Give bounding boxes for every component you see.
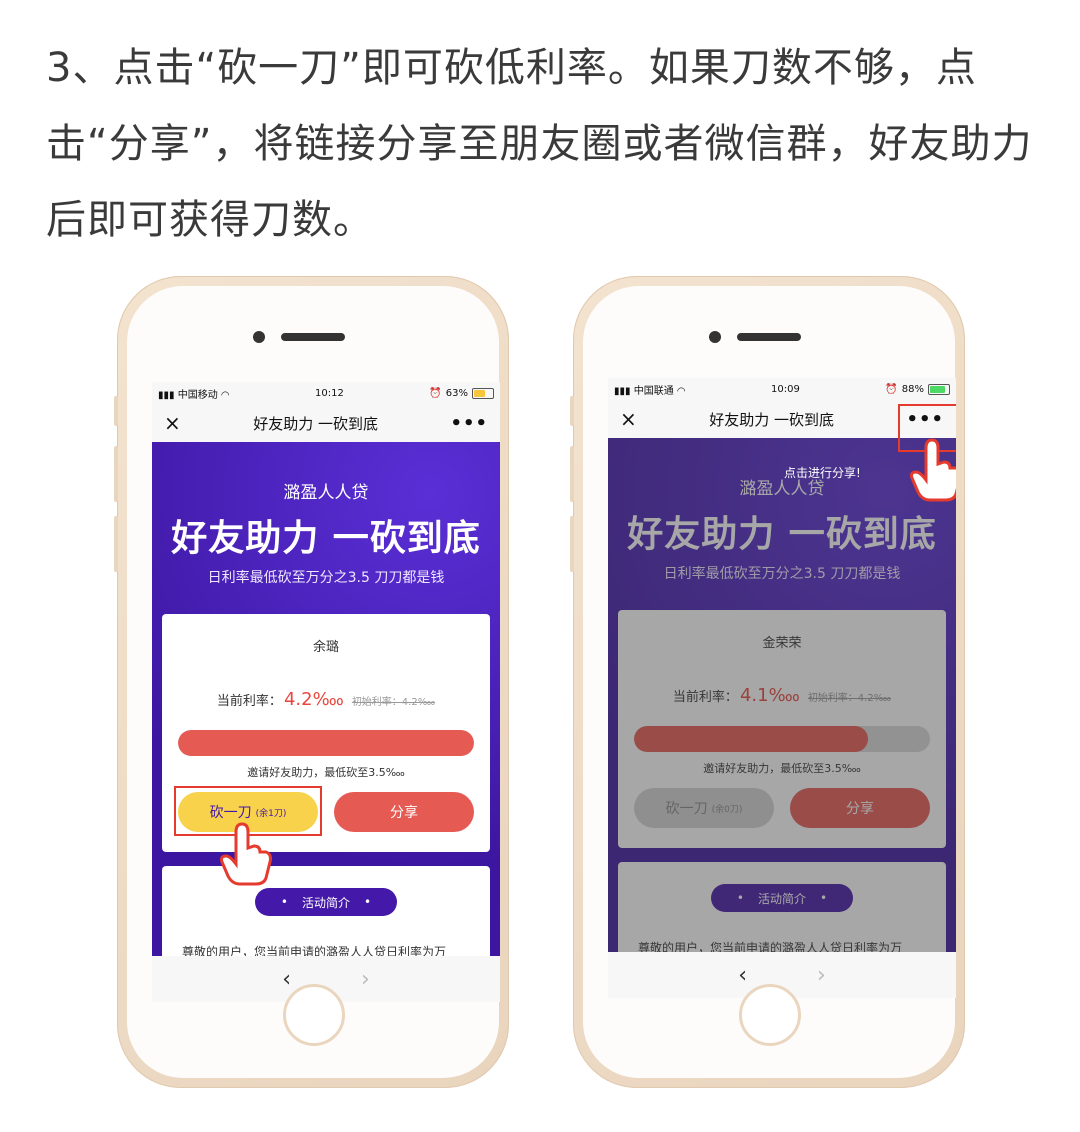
share-button-label: 分享 [390,805,418,821]
invite-text: 邀请好友助力，最低砍至3.5‱ [247,766,405,779]
camera [709,331,721,343]
screen: ▮▮▮ 中国联通 ◠ 10:09 ⏰ 88% × 好友助力 一砍到底 ••• 潞盈… [608,378,956,998]
clock: 10:12 [315,387,344,399]
tap-hand-icon [220,822,272,886]
battery-percent: 63% [445,387,468,399]
home-button[interactable] [739,984,801,1046]
forward-icon[interactable]: › [817,963,826,988]
battery-percent: 88% [901,383,924,395]
campaign-content: 潞盈人人贷 好友助力 一砍到底 日利率最低砍至万分之3.5 刀刀都是钱 余璐 当… [152,442,500,956]
clock: 10:09 [771,383,800,395]
status-bar: ▮▮▮ 中国移动 ◠ 10:12 ⏰ 63% [152,382,500,404]
wifi-icon: ◠ [676,385,686,397]
carrier: 中国移动 [177,389,218,401]
tap-hand-icon [910,438,956,502]
camera [253,331,265,343]
phone-right: ▮▮▮ 中国联通 ◠ 10:09 ⏰ 88% × 好友助力 一砍到底 ••• 潞盈… [570,276,965,1088]
description: 尊敬的用户，您当前申请的潞盈人人贷日利率为万 [182,945,447,956]
intro-card: • 活动简介 • 尊敬的用户，您当前申请的潞盈人人贷日利率为万 [162,866,490,956]
share-hint: 点击进行分享! [784,466,861,480]
alarm-icon: ⏰ [429,387,442,399]
initial-rate: 初始利率：4.2‱ [351,697,436,708]
progress-bar [178,730,474,756]
rate-row: 当前利率： 4.2‱ 初始利率：4.2‱ [162,689,490,710]
subtitle: 日利率最低砍至万分之3.5 刀刀都是钱 [207,570,445,586]
battery-icon [927,383,950,395]
page-title: 好友助力 一砍到底 [709,410,835,429]
back-icon[interactable]: ‹ [282,967,291,992]
signal-icon: ▮▮▮ [614,385,631,397]
alarm-icon: ⏰ [885,383,898,395]
screen: ▮▮▮ 中国移动 ◠ 10:12 ⏰ 63% × 好友助力 一砍到底 ••• 潞盈… [152,382,500,1002]
speaker [281,333,345,341]
close-icon[interactable]: × [620,407,637,431]
forward-icon[interactable]: › [361,967,370,992]
status-bar: ▮▮▮ 中国联通 ◠ 10:09 ⏰ 88% [608,378,956,400]
instruction-text: 3、点击“砍一刀”即可砍低利率。如果刀数不够，点击“分享”，将链接分享至朋友圈或… [46,45,1033,243]
section-pill-label: 活动简介 [301,895,350,910]
more-icon[interactable]: ••• [450,413,488,434]
speaker [737,333,801,341]
current-rate-label: 当前利率： [216,694,282,709]
close-icon[interactable]: × [164,411,181,435]
current-rate: 4.2‱ [283,689,344,710]
slogan: 好友助力 一砍到底 [171,518,481,559]
home-button[interactable] [283,984,345,1046]
dim-overlay [608,438,956,952]
friend-name: 余璐 [312,640,339,655]
section-pill: • 活动简介 • [255,888,397,916]
back-icon[interactable]: ‹ [738,963,747,988]
phone-left: ▮▮▮ 中国移动 ◠ 10:12 ⏰ 63% × 好友助力 一砍到底 ••• 潞盈… [114,276,509,1088]
battery-icon [471,387,494,399]
signal-icon: ▮▮▮ [158,389,175,401]
carrier: 中国联通 [633,385,674,397]
share-button[interactable]: 分享 [334,792,474,832]
wifi-icon: ◠ [220,389,230,401]
brand-name: 潞盈人人贷 [283,483,369,503]
page-title: 好友助力 一砍到底 [253,414,379,433]
title-bar: × 好友助力 一砍到底 ••• [152,404,500,442]
